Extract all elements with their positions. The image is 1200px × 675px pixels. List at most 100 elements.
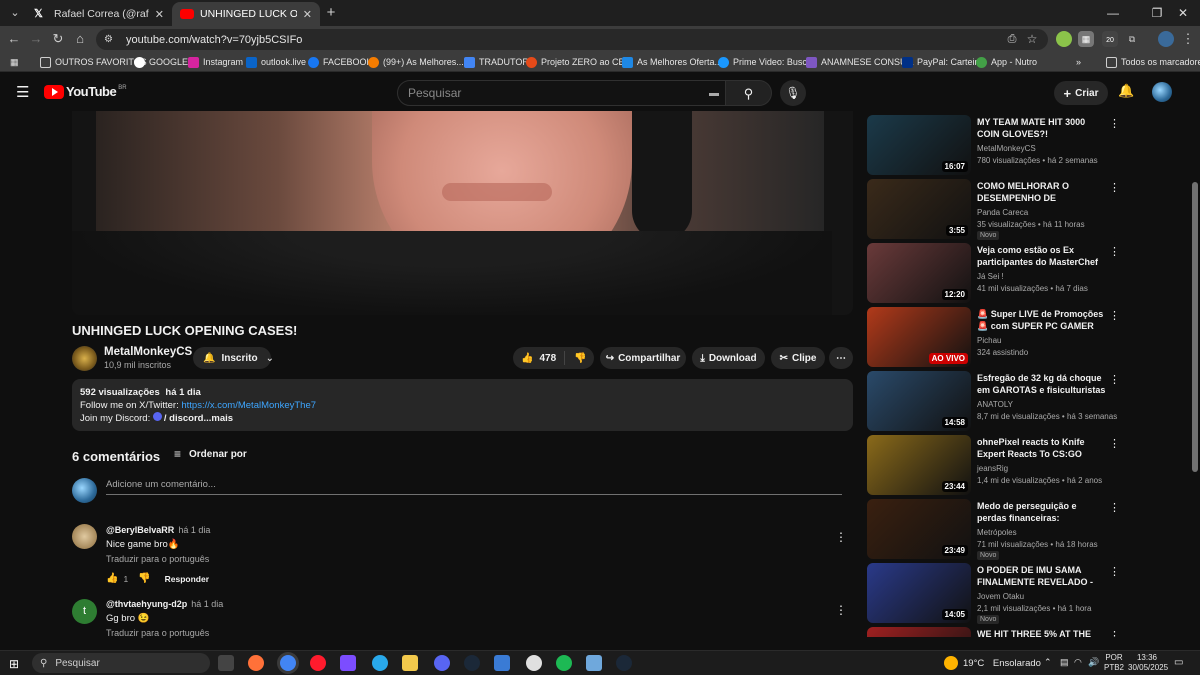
recommended-video[interactable]: 14:05 O PODER DE IMU SAMA FINALMENTE REVE…	[867, 563, 1187, 624]
channel-name[interactable]: ANATOLY	[977, 400, 1013, 409]
video-title[interactable]: O PODER DE IMU SAMA FINALMENTE REVELADO …	[977, 564, 1107, 588]
bookmark-facebook[interactable]: FACEBOOK	[308, 55, 373, 69]
video-menu-icon[interactable]: ⋮	[1109, 181, 1120, 194]
windows-start-icon[interactable]: ⊞	[9, 657, 19, 671]
reload-icon[interactable]: ↻	[48, 30, 68, 48]
profile-avatar[interactable]	[1158, 31, 1174, 47]
taskbar-search[interactable]: ⚲ Pesquisar	[32, 653, 210, 673]
minimize-icon[interactable]: —	[1096, 0, 1130, 26]
video-thumbnail[interactable]: 14:05	[867, 563, 971, 623]
description-box[interactable]: 592 visualizações há 1 dia Follow me on …	[72, 379, 853, 431]
thumbs-up-icon[interactable]: 👍	[106, 573, 118, 584]
comment-author[interactable]: @BerylBelvaRR há 1 dia	[106, 525, 210, 535]
comment-menu-icon[interactable]: ⋮	[835, 603, 847, 617]
extension-icon[interactable]	[1056, 31, 1072, 47]
close-tab-icon[interactable]: ✕	[303, 8, 312, 21]
discord-link[interactable]: / discord	[164, 413, 204, 424]
keyboard-icon[interactable]: ▬	[709, 88, 719, 99]
firefox-icon[interactable]	[248, 655, 264, 671]
channel-name[interactable]: Jovem Otaku	[977, 592, 1024, 601]
steam-icon[interactable]	[464, 655, 480, 671]
video-title[interactable]: Veja como estão os Ex participantes do M…	[977, 244, 1107, 268]
comment-time[interactable]: há 1 dia	[191, 599, 223, 609]
subscribed-button[interactable]: 🔔 Inscrito ⌄	[193, 347, 274, 369]
show-more-link[interactable]: ...mais	[203, 413, 233, 424]
download-button[interactable]: ⤓ Download	[692, 347, 765, 369]
thumbs-down-icon[interactable]: 👎	[138, 573, 150, 584]
video-thumbnail[interactable]: 16:07	[867, 115, 971, 175]
comment-menu-icon[interactable]: ⋮	[835, 530, 847, 544]
weather-widget[interactable]: 19°C Ensolarado	[963, 658, 1041, 669]
language-indicator[interactable]: POR PTB2	[1104, 653, 1124, 673]
video-title[interactable]: MY TEAM MATE HIT 3000 COIN GLOVES?!	[977, 116, 1107, 140]
commenter-avatar[interactable]: t	[72, 599, 97, 624]
bookmark-ofertas[interactable]: As Melhores Oferta...	[622, 55, 722, 69]
steam-icon[interactable]	[616, 655, 632, 671]
video-thumbnail[interactable]: 23:49	[867, 499, 971, 559]
hamburger-menu-icon[interactable]: ☰	[16, 83, 29, 101]
sun-icon[interactable]	[944, 656, 958, 670]
bookmark-instagram[interactable]: Instagram	[188, 55, 243, 69]
commenter-avatar[interactable]	[72, 524, 97, 549]
bookmark-anamnese[interactable]: ANAMNESE CONSU...	[806, 55, 914, 69]
recommended-video[interactable]: WE HIT THREE 5% AT THE ⋮	[867, 627, 1187, 637]
recommended-video[interactable]: 23:44 ohnePixel reacts to Knife Expert Re…	[867, 435, 1187, 495]
sort-comments-button[interactable]: ≡ Ordenar por	[174, 447, 247, 461]
bookmark-star-icon[interactable]: ☆	[1022, 30, 1042, 48]
channel-name[interactable]: Metrópoles	[977, 528, 1017, 537]
extensions-puzzle-icon[interactable]: ⧉	[1124, 31, 1140, 47]
recommended-video[interactable]: 16:07 MY TEAM MATE HIT 3000 COIN GLOVES?!…	[867, 115, 1187, 175]
create-button[interactable]: + Criar	[1054, 81, 1108, 105]
bookmark-todos[interactable]: Todos os marcadores	[1106, 55, 1200, 69]
close-tab-icon[interactable]: ✕	[155, 8, 164, 21]
bookmark-as-melhores[interactable]: (99+) As Melhores...	[368, 55, 464, 69]
channel-avatar[interactable]	[72, 346, 97, 371]
account-avatar[interactable]	[1152, 82, 1172, 102]
site-info-icon[interactable]: ⚙	[104, 34, 118, 45]
home-icon[interactable]: ⌂	[70, 30, 90, 48]
extension-icon[interactable]: ▦	[1078, 31, 1094, 47]
telegram-icon[interactable]	[372, 655, 388, 671]
notifications-bell-icon[interactable]: 🔔	[1118, 83, 1134, 99]
video-title[interactable]: ohnePixel reacts to Knife Expert Reacts …	[977, 436, 1107, 460]
discord-icon[interactable]	[434, 655, 450, 671]
chevron-up-icon[interactable]: ⌃	[1044, 657, 1052, 668]
channel-name[interactable]: Pichau	[977, 336, 1001, 345]
video-menu-icon[interactable]: ⋮	[1109, 437, 1120, 450]
more-actions-button[interactable]: ⋯	[829, 347, 853, 369]
forward-icon[interactable]: →	[26, 30, 46, 48]
install-icon[interactable]: ⎙	[1002, 30, 1022, 48]
video-player[interactable]	[72, 111, 853, 315]
video-thumbnail[interactable]: 3:55	[867, 179, 971, 239]
bookmark-outros-favoritos[interactable]: OUTROS FAVORITOS	[40, 55, 147, 69]
bookmark-projeto-zero[interactable]: Projeto ZERO ao CE...	[526, 55, 632, 69]
video-thumbnail[interactable]: AO VIVO	[867, 307, 971, 367]
video-title[interactable]: Esfregão de 32 kg dá choque em GAROTAS e…	[977, 372, 1107, 396]
video-menu-icon[interactable]: ⋮	[1109, 245, 1120, 258]
video-thumbnail[interactable]	[867, 627, 971, 637]
bookmark-app-nutro[interactable]: App - Nutro	[976, 55, 1037, 69]
channel-name[interactable]: Panda Careca	[977, 208, 1028, 217]
video-menu-icon[interactable]: ⋮	[1109, 117, 1120, 130]
recommended-video[interactable]: 23:49 Medo de perseguição e perdas financ…	[867, 499, 1187, 560]
video-title[interactable]: 🚨 Super LIVE de Promoções 🚨 com SUPER PC…	[977, 308, 1107, 332]
reply-button[interactable]: Responder	[165, 574, 209, 584]
file-explorer-icon[interactable]	[402, 655, 418, 671]
recommended-video[interactable]: 3:55 COMO MELHORAR O DESEMPENHO DE QUALQU…	[867, 179, 1187, 240]
app-icon[interactable]	[526, 655, 542, 671]
bookmark-paypal[interactable]: PayPal: Carteira	[902, 55, 983, 69]
like-button[interactable]: 👍 478	[513, 351, 566, 365]
voice-search-button[interactable]: 🎙	[780, 80, 806, 106]
add-comment-input[interactable]: Adicione um comentário...	[106, 479, 842, 495]
video-menu-icon[interactable]: ⋮	[1109, 309, 1120, 322]
translate-link[interactable]: Traduzir para o português	[106, 628, 209, 638]
video-thumbnail[interactable]: 12:20	[867, 243, 971, 303]
tab-youtube[interactable]: UNHINGED LUCK OPENING CASES ✕	[172, 2, 320, 26]
volume-icon[interactable]: 🔊	[1088, 657, 1099, 668]
search-button[interactable]: ⚲	[726, 80, 772, 106]
comment-time[interactable]: há 1 dia	[178, 525, 210, 535]
scrollbar[interactable]	[1192, 182, 1198, 472]
channel-name[interactable]: MetalMonkeyCS	[104, 346, 192, 358]
video-title[interactable]: Medo de perseguição e perdas financeiras…	[977, 500, 1107, 524]
recommended-video[interactable]: 12:20 Veja como estão os Ex participantes…	[867, 243, 1187, 303]
